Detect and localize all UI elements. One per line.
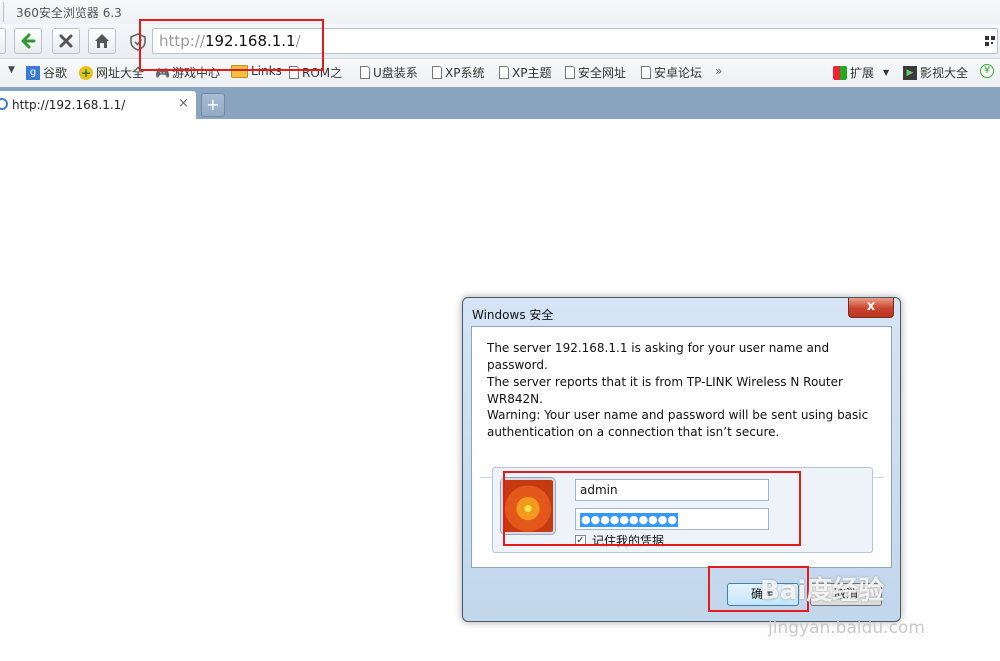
home-button[interactable]	[88, 28, 116, 54]
plus-globe-icon: +	[79, 65, 93, 80]
bookmark-safe-sites[interactable]: 安全网址	[565, 64, 626, 81]
bookmark-label: U盘装系	[373, 66, 418, 80]
watermark-url: jingyan.baidu.com	[768, 618, 925, 638]
back-button[interactable]	[14, 28, 42, 54]
bookmark-label: 网址大全	[96, 66, 145, 80]
page-icon	[360, 66, 370, 79]
home-icon	[95, 34, 109, 48]
bookmark-xp-system[interactable]: XP系统	[432, 64, 484, 81]
server-message: The server 192.168.1.1 is asking for you…	[487, 340, 887, 408]
dialog-title: Windows 安全	[472, 308, 554, 322]
bookmarks-dropdown-icon[interactable]: ▼	[8, 65, 15, 75]
extensions-button[interactable]: 扩展 ▼	[833, 64, 889, 81]
money-shield-button[interactable]: ¥	[980, 64, 994, 78]
dialog-close-button[interactable]: x	[848, 298, 894, 318]
bookmark-usb-install[interactable]: U盘装系	[360, 64, 418, 81]
page-icon	[499, 66, 509, 79]
warning-message: Warning: Your user name and password wil…	[487, 407, 887, 441]
bookmark-label: XP主题	[512, 66, 552, 80]
bookmark-label: 安全网址	[578, 66, 627, 80]
yuan-shield-icon: ¥	[980, 64, 994, 78]
page-icon	[641, 66, 651, 79]
warning-line: authentication on a connection that isn’…	[487, 425, 780, 439]
page-loading-icon	[0, 98, 8, 110]
watermark-logo: Bai度经验	[760, 576, 885, 606]
qr-code-icon[interactable]	[985, 36, 995, 46]
back-arrow-icon	[21, 33, 36, 49]
new-tab-button[interactable]: +	[201, 93, 225, 117]
stop-button[interactable]	[52, 28, 80, 54]
chevron-down-icon: ▼	[883, 68, 890, 77]
bookmarks-more-chevron[interactable]: »	[715, 64, 722, 78]
extensions-grid-icon	[833, 65, 847, 80]
tab-close-icon[interactable]: ×	[178, 96, 189, 111]
page-icon	[432, 66, 442, 79]
close-x-icon	[59, 34, 73, 48]
left-edge-button[interactable]	[0, 28, 6, 54]
play-icon: ▶	[903, 65, 917, 80]
tab-bar: http://192.168.1.1/ × +	[0, 87, 1000, 119]
message-line: The server 192.168.1.1 is asking for you…	[487, 341, 830, 372]
annotation-box-address	[139, 19, 324, 71]
bookmark-android-forum[interactable]: 安卓论坛	[641, 64, 702, 81]
bookmark-label: XP系统	[445, 66, 485, 80]
video-label: 影视大全	[920, 66, 969, 80]
warning-line: Warning: Your user name and password wil…	[487, 408, 869, 422]
message-line: The server reports that it is from TP-LI…	[487, 375, 843, 389]
page-icon	[565, 66, 575, 79]
message-line: WR842N.	[487, 392, 543, 406]
tab-title: http://192.168.1.1/	[12, 98, 126, 112]
google-icon: g	[26, 65, 40, 80]
window-edge	[0, 2, 4, 22]
tab-active[interactable]: http://192.168.1.1/ ×	[0, 91, 196, 119]
extensions-label: 扩展	[850, 66, 875, 80]
bookmark-label: 谷歌	[43, 66, 68, 80]
window-title: 360安全浏览器 6.3	[16, 6, 122, 20]
annotation-box-credentials	[503, 471, 801, 546]
bookmark-label: 安卓论坛	[654, 66, 703, 80]
video-button[interactable]: ▶ 影视大全	[903, 64, 968, 81]
bookmark-url-directory[interactable]: + 网址大全	[79, 64, 144, 81]
bookmark-google[interactable]: g 谷歌	[26, 64, 67, 81]
bookmark-xp-theme[interactable]: XP主题	[499, 64, 551, 81]
